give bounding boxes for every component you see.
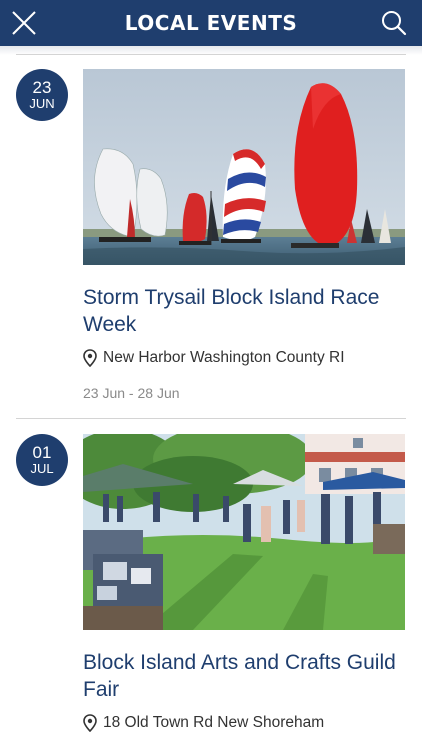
page-title: LOCAL EVENTS: [124, 11, 298, 35]
date-badge: 23 JUN: [16, 69, 68, 121]
divider: [16, 418, 406, 419]
event-location-text: New Harbor Washington County RI: [103, 349, 345, 366]
date-badge: 01 JUL: [16, 434, 68, 486]
date-day: 01: [32, 443, 52, 462]
location-pin-icon: [83, 349, 97, 367]
divider: [16, 54, 406, 55]
date-day: 23: [32, 78, 52, 97]
event-dates: 23 Jun - 28 Jun: [83, 385, 180, 401]
date-month: JUN: [29, 96, 55, 111]
date-month: JUL: [30, 461, 54, 476]
event-location: New Harbor Washington County RI: [83, 349, 403, 367]
crafts-fair-image[interactable]: [83, 434, 405, 630]
search-icon: [382, 11, 407, 36]
close-button[interactable]: [6, 6, 42, 40]
location-pin-icon: [83, 714, 97, 732]
close-icon: [12, 11, 36, 35]
sailboats-image[interactable]: [83, 69, 405, 265]
search-button[interactable]: [378, 7, 410, 39]
event-location: 18 Old Town Rd New Shoreham: [83, 714, 403, 732]
app-header: LOCAL EVENTS: [0, 0, 422, 46]
event-location-text: 18 Old Town Rd New Shoreham: [103, 714, 325, 731]
event-title[interactable]: Block Island Arts and Crafts Guild Fair: [83, 649, 403, 703]
event-title[interactable]: Storm Trysail Block Island Race Week: [83, 284, 403, 338]
